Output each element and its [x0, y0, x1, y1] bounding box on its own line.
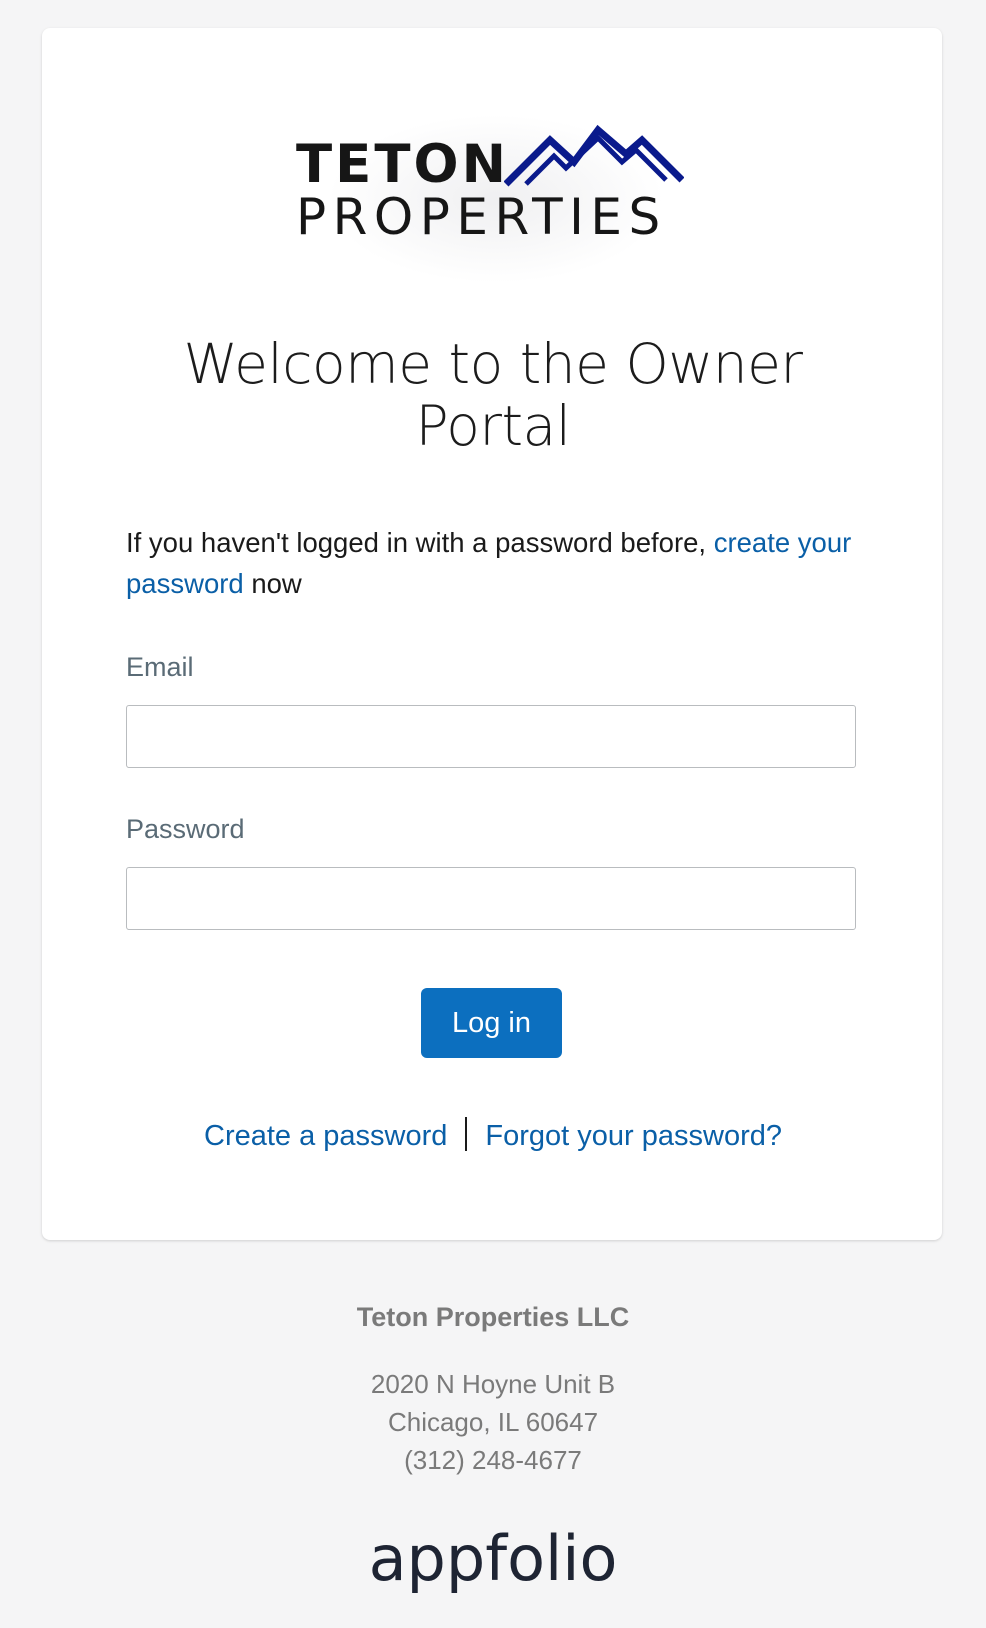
logo-text-line1: TETON — [296, 134, 509, 195]
email-label: Email — [126, 652, 194, 682]
footer-phone: (312) 248-4677 — [404, 1445, 582, 1475]
forgot-password-link[interactable]: Forgot your password? — [485, 1120, 782, 1152]
logo-text-line2: PROPERTIES — [296, 188, 667, 246]
intro-text: If you haven't logged in with a password… — [126, 522, 866, 604]
footer-address-line2: Chicago, IL 60647 — [387, 1407, 599, 1437]
company-logo: TETON PROPERTIES — [296, 114, 690, 284]
password-label: Password — [126, 814, 245, 844]
create-password-link[interactable]: Create a password — [204, 1120, 447, 1152]
footer-address: 2020 N Hoyne Unit B Chicago, IL 60647 (3… — [0, 1365, 986, 1479]
appfolio-logo: appfolio — [368, 1522, 618, 1595]
intro-suffix: now — [243, 568, 302, 599]
email-field[interactable] — [126, 705, 856, 768]
account-links: Create a password Forgot your password? — [0, 1113, 986, 1159]
password-field[interactable] — [126, 867, 856, 930]
footer-company-name: Teton Properties LLC — [356, 1302, 630, 1332]
intro-prefix: If you haven't logged in with a password… — [126, 527, 714, 558]
mountain-icon — [504, 124, 684, 187]
page-title: Welcome to the Owner Portal — [183, 332, 803, 458]
link-divider — [465, 1117, 468, 1152]
login-button[interactable]: Log in — [421, 988, 562, 1058]
footer-address-line1: 2020 N Hoyne Unit B — [370, 1369, 616, 1399]
